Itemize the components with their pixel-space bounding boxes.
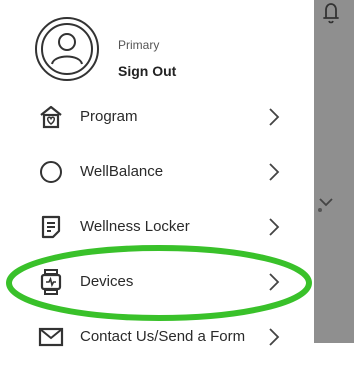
menu-item-program[interactable]: Program [0,88,314,146]
menu-item-label: Devices [80,273,134,290]
chevron-right-icon [269,218,280,236]
navigation-drawer: Primary Sign Out Program WellBalance Wel… [0,0,315,347]
chevron-right-icon [269,108,280,126]
menu-item-devices[interactable]: Devices [0,253,314,311]
dot [318,208,322,212]
menu-item-label: WellBalance [80,163,164,180]
watch-icon [40,269,62,295]
mail-icon [38,327,64,347]
menu-item-label: Program [80,108,138,125]
circle-icon [40,161,62,183]
menu-item-label: Contact Us/Send a Form [80,328,246,345]
sign-out-button[interactable]: Sign Out [118,63,176,79]
chevron-right-icon [269,328,280,346]
menu-item-wellness-locker[interactable]: Wellness Locker [0,198,314,256]
profile-section: Primary Sign Out [34,16,294,84]
avatar-icon[interactable] [34,16,100,82]
chevron-right-icon [269,273,280,291]
chevron-right-icon [269,163,280,181]
profile-role: Primary [118,38,160,52]
menu-item-label: Wellness Locker [80,218,190,235]
menu-item-contact-us[interactable]: Contact Us/Send a Form [0,308,314,366]
bell-icon[interactable] [316,0,346,28]
document-icon [41,215,61,239]
home-heart-icon [40,105,62,129]
menu-item-wellbalance[interactable]: WellBalance [0,143,314,201]
drawer-backdrop[interactable] [314,0,354,343]
